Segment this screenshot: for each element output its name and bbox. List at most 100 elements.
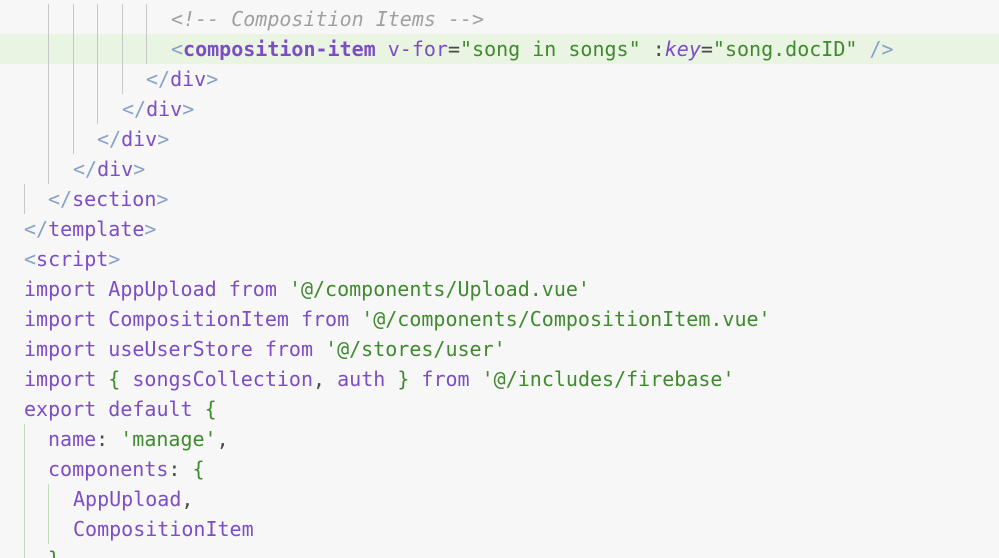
indent-guide xyxy=(97,4,98,34)
indent-guide xyxy=(48,484,49,514)
keyword: import xyxy=(24,307,97,331)
indent-guide xyxy=(146,4,147,34)
brace-open: { xyxy=(204,397,217,421)
keyword: from xyxy=(228,277,277,301)
code-line-10[interactable]: import AppUpload from '@/components/Uplo… xyxy=(0,274,999,304)
code-line-19[interactable]: } xyxy=(0,544,999,558)
equals-sign: = xyxy=(700,37,713,61)
comma: , xyxy=(313,367,326,391)
keyword: import xyxy=(24,277,97,301)
string-literal: '@/components/Upload.vue' xyxy=(288,277,590,301)
colon: : xyxy=(96,427,109,451)
identifier: CompositionItem xyxy=(108,307,289,331)
tag-name: script xyxy=(36,247,109,271)
tag-open-bracket: </ xyxy=(122,97,147,121)
code-line-9[interactable]: <script> xyxy=(0,244,999,274)
indent-guide xyxy=(48,94,49,124)
tag-open-bracket: </ xyxy=(73,157,98,181)
colon: : xyxy=(168,457,181,481)
code-line-5[interactable]: </div> xyxy=(0,124,999,154)
code-line-3[interactable]: </div> xyxy=(0,64,999,94)
tag-open-bracket: < xyxy=(24,247,37,271)
tag-open-bracket: </ xyxy=(146,67,171,91)
keyword: export xyxy=(24,397,97,421)
attribute-value: "song.docID" xyxy=(712,37,858,61)
code-line-18[interactable]: CompositionItem xyxy=(0,514,999,544)
identifier: CompositionItem xyxy=(73,517,254,541)
tag-name: div xyxy=(97,157,134,181)
attribute-name: key xyxy=(664,37,701,61)
bind-colon: : xyxy=(652,37,665,61)
string-literal: '@/includes/firebase' xyxy=(481,367,735,391)
indent-guide xyxy=(146,34,147,64)
indent-guide xyxy=(73,64,74,94)
keyword: from xyxy=(300,307,350,331)
indent-guide xyxy=(24,484,25,514)
component-tag-name: composition-item xyxy=(183,37,376,61)
tag-open-bracket: < xyxy=(171,37,184,61)
code-line-16[interactable]: components: { xyxy=(0,454,999,484)
keyword: from xyxy=(421,367,470,391)
tag-name: div xyxy=(170,67,207,91)
indent-guide xyxy=(24,544,25,558)
indent-guide xyxy=(48,154,49,184)
code-line-4[interactable]: </div> xyxy=(0,94,999,124)
tag-open-bracket: </ xyxy=(97,127,122,151)
code-line-12[interactable]: import useUserStore from '@/stores/user' xyxy=(0,334,999,364)
identifier: songsCollection xyxy=(132,367,314,391)
indent-guide xyxy=(48,64,49,94)
tag-close-bracket: > xyxy=(144,217,157,241)
tag-name: template xyxy=(48,217,145,241)
property-key: components xyxy=(48,457,169,481)
brace-close: } xyxy=(397,367,410,391)
code-line-6[interactable]: </div> xyxy=(0,154,999,184)
tag-open-bracket: </ xyxy=(48,187,73,211)
tag-open-bracket: </ xyxy=(24,217,49,241)
tag-name: div xyxy=(121,127,158,151)
indent-guide xyxy=(48,4,49,34)
string-literal: '@/components/CompositionItem.vue' xyxy=(361,307,771,331)
comma: , xyxy=(216,427,229,451)
comma: , xyxy=(181,487,194,511)
keyword: import xyxy=(24,337,97,361)
keyword: import xyxy=(24,367,97,391)
keyword: from xyxy=(264,337,314,361)
identifier: AppUpload xyxy=(73,487,182,511)
code-line-7[interactable]: </section> xyxy=(0,184,999,214)
indent-guide xyxy=(97,64,98,94)
indent-guide xyxy=(24,454,25,484)
identifier: AppUpload xyxy=(108,277,217,301)
keyword: default xyxy=(108,397,193,421)
indent-guide xyxy=(48,124,49,154)
code-line-11[interactable]: import CompositionItem from '@/component… xyxy=(0,304,999,334)
brace-open: { xyxy=(192,457,205,481)
tag-name: div xyxy=(146,97,183,121)
indent-guide xyxy=(122,4,123,34)
tag-close-bracket: > xyxy=(206,67,219,91)
code-line-17[interactable]: AppUpload, xyxy=(0,484,999,514)
indent-guide xyxy=(122,64,123,94)
indent-guide xyxy=(24,424,25,454)
attribute-value: "song in songs" xyxy=(460,37,641,61)
tag-name: section xyxy=(72,187,157,211)
code-line-1[interactable]: <!-- Composition Items --> xyxy=(0,4,999,34)
code-line-14[interactable]: export default { xyxy=(0,394,999,424)
equals-sign: = xyxy=(447,37,461,61)
code-line-13[interactable]: import { songsCollection, auth } from '@… xyxy=(0,364,999,394)
indent-guide xyxy=(73,124,74,154)
code-line-8[interactable]: </template> xyxy=(0,214,999,244)
brace-close: } xyxy=(48,547,60,558)
code-line-15[interactable]: name: 'manage', xyxy=(0,424,999,454)
string-literal: 'manage' xyxy=(120,427,217,451)
indent-guide xyxy=(73,34,74,64)
code-line-2-current[interactable]: <composition-item v-for="song in songs" … xyxy=(0,34,999,64)
tag-self-close: /> xyxy=(869,37,894,61)
indent-guide xyxy=(24,184,25,214)
identifier: auth xyxy=(337,367,386,391)
indent-guide xyxy=(24,514,25,544)
code-editor[interactable]: <!-- Composition Items --> <composition-… xyxy=(0,0,999,558)
html-comment: <!-- Composition Items --> xyxy=(171,7,485,31)
indent-guide xyxy=(48,514,49,544)
brace-open: { xyxy=(108,367,121,391)
property-key: name xyxy=(48,427,97,451)
